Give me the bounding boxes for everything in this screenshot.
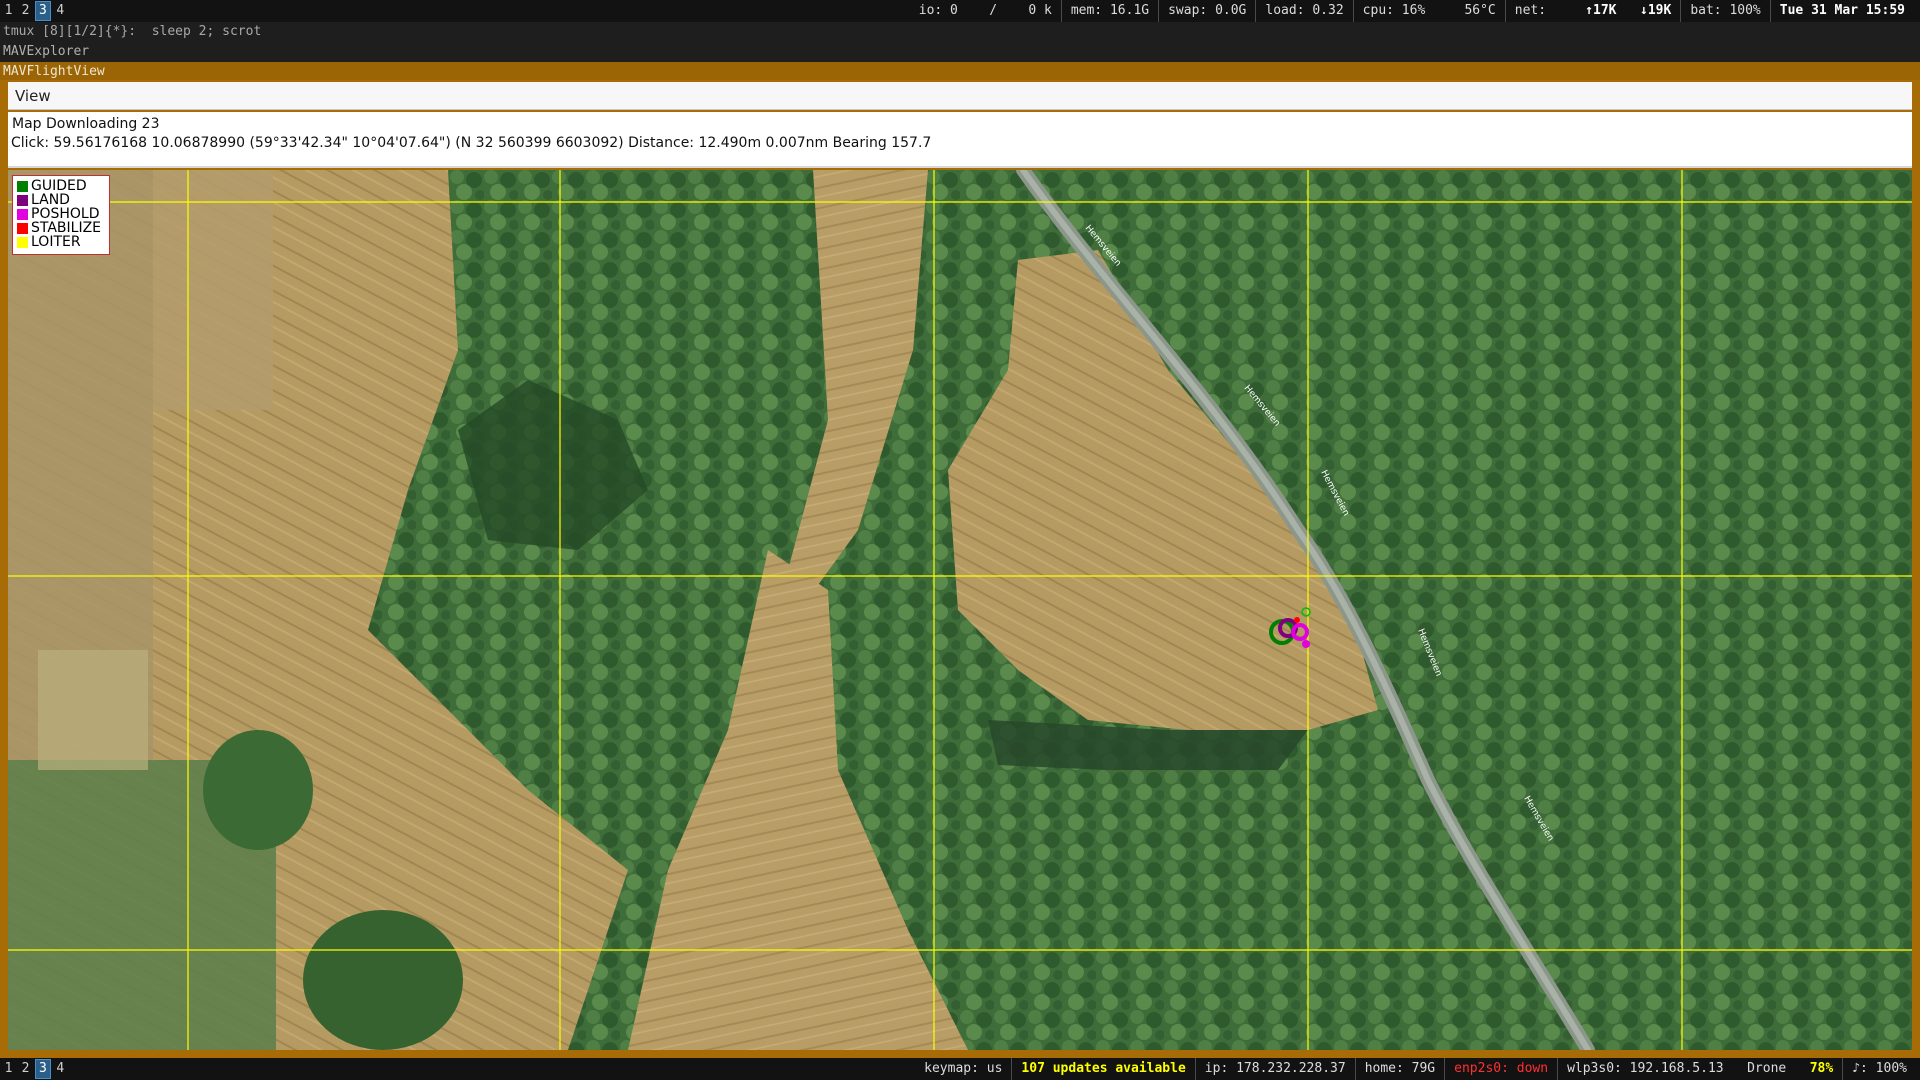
net-label: net: (1514, 3, 1547, 18)
wifi-name: Drone (1747, 1061, 1787, 1076)
lowres-tile (153, 170, 273, 410)
io-value: io: 0 (918, 3, 958, 18)
map-canvas[interactable]: Hemsveien Hemsveien Hemsveien Hemsveien … (8, 170, 1912, 1050)
tree-cluster (303, 910, 463, 1050)
workspace-4[interactable]: 4 (53, 1059, 68, 1079)
legend-item-poshold: POSHOLD (17, 207, 105, 221)
legend-item-land: LAND (17, 193, 105, 207)
net-down-value: ↓19K (1640, 3, 1672, 18)
info-panel: Map Downloading 23 Click: 59.56176168 10… (8, 112, 1912, 168)
net-up-value: ↑17K (1585, 3, 1617, 18)
workspace-2[interactable]: 2 (18, 1059, 33, 1079)
wifi-strength: 78% (1809, 1061, 1834, 1076)
satellite-map[interactable]: Hemsveien Hemsveien Hemsveien Hemsveien … (8, 170, 1912, 1050)
io-indicator: io: 0 / 0 k (910, 0, 1061, 22)
workspace-switcher[interactable]: 1 2 3 4 (0, 0, 69, 22)
click-info: Click: 59.56176168 10.06878990 (59°33'42… (11, 135, 932, 151)
net-indicator: net: ↑17K ↓19K (1504, 0, 1681, 22)
home-disk-indicator: home: 79G (1354, 1058, 1444, 1080)
workspace-2[interactable]: 2 (18, 1, 33, 21)
legend-swatch (17, 208, 28, 220)
wifi-indicator: wlp3s0: 192.168.5.13 Drone 78% (1557, 1058, 1842, 1080)
legend-swatch (17, 222, 28, 234)
battery-indicator: bat: 100% (1680, 0, 1769, 22)
cpu-value: cpu: 16% (1362, 3, 1426, 18)
top-status-bar: 1 2 3 4 io: 0 / 0 k mem: 16.1G swap: 0.0… (0, 0, 1920, 22)
tree-cluster (203, 730, 313, 850)
download-status: Map Downloading 23 (12, 116, 160, 132)
workspace-3-active[interactable]: 3 (35, 1, 51, 21)
io-k-value: 0 k (1028, 3, 1052, 18)
bottom-status-bar: 1 2 3 4 keymap: us 107 updates available… (0, 1058, 1920, 1080)
legend-item-loiter: LOITER (17, 235, 105, 249)
track-poshold (1302, 640, 1310, 648)
clock: Tue 31 Mar 15:59 (1769, 0, 1914, 22)
flight-mode-legend: GUIDED LAND POSHOLD STABILIZE LOITER (12, 175, 110, 255)
workspace-1[interactable]: 1 (1, 1, 16, 21)
tmux-status-line: tmux [8][1/2]{*}: sleep 2; scrot (0, 22, 1920, 42)
legend-item-stabilize: STABILIZE (17, 221, 105, 235)
legend-label: LOITER (31, 234, 81, 250)
swap-indicator: swap: 0.0G (1158, 0, 1255, 22)
window-frame-bottom (0, 1050, 1920, 1058)
legend-swatch (17, 194, 28, 206)
track-stabilize (1294, 617, 1300, 623)
menu-bar: View (8, 82, 1912, 110)
volume-indicator: ♪: 100% (1842, 1058, 1916, 1080)
legend-item-guided: GUIDED (17, 179, 105, 193)
mem-indicator: mem: 16.1G (1060, 0, 1158, 22)
ethernet-indicator: enp2s0: down (1444, 1058, 1557, 1080)
load-indicator: load: 0.32 (1255, 0, 1352, 22)
system-status: io: 0 / 0 k mem: 16.1G swap: 0.0G load: … (910, 0, 1914, 22)
legend-label: STABILIZE (31, 220, 102, 236)
legend-label: LAND (31, 192, 70, 208)
legend-swatch (17, 180, 28, 192)
menu-view[interactable]: View (8, 82, 58, 110)
wifi-address: wlp3s0: 192.168.5.13 (1567, 1061, 1724, 1076)
io-separator: / (989, 3, 998, 18)
updates-indicator: 107 updates available (1011, 1058, 1194, 1080)
legend-label: GUIDED (31, 178, 87, 194)
legend-swatch (17, 236, 28, 248)
workspace-1[interactable]: 1 (1, 1059, 16, 1079)
mavexplorer-window-title[interactable]: MAVExplorer (0, 42, 1920, 62)
temp-value: 56°C (1464, 3, 1496, 18)
mavflightview-window-title[interactable]: MAVFlightView (0, 62, 1920, 82)
workspace-switcher-bottom[interactable]: 1 2 3 4 (0, 1058, 69, 1080)
workspace-3-active[interactable]: 3 (35, 1059, 51, 1079)
lowres-tile (38, 650, 148, 770)
bottom-system-status: keymap: us 107 updates available ip: 178… (915, 1058, 1916, 1080)
datetime: Tue 31 Mar 15:59 (1779, 3, 1905, 18)
keymap-indicator: keymap: us (924, 1061, 1003, 1076)
legend-label: POSHOLD (31, 206, 100, 222)
workspace-4[interactable]: 4 (53, 1, 68, 21)
ip-indicator: ip: 178.232.228.37 (1194, 1058, 1355, 1080)
cpu-indicator: cpu: 16% 56°C (1352, 0, 1505, 22)
